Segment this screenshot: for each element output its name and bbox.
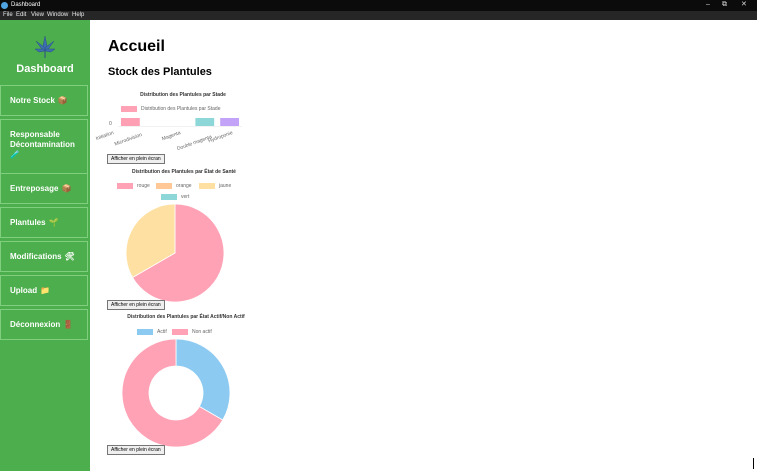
legend-label-jaune: jaune: [219, 183, 232, 189]
fullscreen-button[interactable]: Afficher en plein écran: [107, 154, 165, 164]
storage-icon: 📦: [61, 184, 72, 193]
pie-chart: [125, 203, 225, 303]
legend-label-orange: orange: [176, 183, 192, 189]
pie-chart-title: Distribution des Plantules par État de S…: [132, 169, 236, 175]
legend-swatch-jaune: [199, 183, 215, 189]
bar-double-magenta: [195, 118, 215, 126]
nav-deconnexion[interactable]: Déconnexion 🚪: [0, 309, 88, 340]
nav-label: Déconnexion: [10, 320, 61, 329]
legend-label-actif: Actif: [157, 329, 167, 335]
sidebar-brand: Dashboard: [16, 63, 74, 75]
fullscreen-button[interactable]: Afficher en plein écran: [107, 300, 165, 310]
menu-window[interactable]: Window: [47, 12, 68, 19]
nav-label: Plantules: [10, 218, 46, 227]
window-titlebar: Dashboard – ⧉ ✕: [0, 0, 757, 11]
cannabis-leaf-icon: [34, 35, 56, 58]
main-content: Accueil Stock des Plantules Distribution…: [90, 20, 757, 471]
legend-swatch-vert: [161, 194, 177, 200]
legend-swatch-orange: [156, 183, 172, 189]
folder-icon: 📁: [40, 286, 51, 295]
test-tube-icon: 🧪: [10, 150, 20, 159]
nav-label: Responsable Décontamination: [10, 130, 75, 149]
minimize-button[interactable]: –: [706, 1, 710, 9]
nav-modifications[interactable]: Modifications 🛠: [0, 241, 88, 272]
nav-entreposage[interactable]: Entreposage 📦: [0, 173, 88, 204]
bar-x-tick: Hydroponie: [207, 130, 234, 145]
restore-button[interactable]: ⧉: [722, 1, 727, 9]
legend-label-rouge: rouge: [137, 183, 150, 189]
nav-label: Entreposage: [10, 184, 59, 193]
menu-edit[interactable]: Edit: [16, 12, 26, 19]
door-icon: 🚪: [63, 320, 74, 329]
bar-x-tick: Initiation: [95, 130, 115, 143]
bar-x-tick: Microdivision: [113, 132, 143, 148]
close-button[interactable]: ✕: [741, 1, 747, 9]
menu-file[interactable]: File: [3, 12, 13, 19]
legend-label-vert: vert: [181, 194, 190, 200]
menu-view[interactable]: View: [31, 12, 44, 19]
menu-bar: File Edit View Window Help: [0, 11, 757, 20]
doughnut-chart: [121, 338, 231, 448]
tools-icon: 🛠: [64, 252, 75, 261]
nav-label: Upload: [10, 286, 38, 295]
legend-swatch-non-actif: [172, 329, 188, 335]
bar-x-tick: Magenta: [161, 130, 182, 143]
legend-swatch-rouge: [117, 183, 133, 189]
bar-initiation: [121, 118, 140, 126]
legend-label-non-actif: Non actif: [192, 329, 212, 335]
box-icon: 📦: [57, 96, 68, 105]
bar-x-tick: Double magenta: [176, 134, 213, 153]
fullscreen-button[interactable]: Afficher en plein écran: [107, 445, 165, 455]
text-cursor: [753, 458, 754, 469]
nav-label: Modifications: [10, 252, 62, 261]
bar-chart-title: Distribution des Plantules par Stade: [140, 92, 226, 98]
menu-help[interactable]: Help: [72, 12, 84, 19]
bar-chart: [118, 118, 242, 127]
bar-hydroponie: [220, 118, 239, 126]
nav-label: Notre Stock: [10, 96, 55, 105]
section-title: Stock des Plantules: [108, 66, 212, 78]
bar-legend-label: Distribution des Plantules par Stade: [141, 106, 221, 112]
window-title: Dashboard: [11, 2, 41, 8]
doughnut-chart-title: Distribution des Plantules par État Acti…: [127, 314, 245, 320]
bar-legend-swatch: [121, 106, 137, 112]
legend-swatch-actif: [137, 329, 153, 335]
nav-upload[interactable]: Upload 📁: [0, 275, 88, 306]
nav-notre-stock[interactable]: Notre Stock 📦: [0, 85, 88, 116]
bar-y-tick: 0: [109, 121, 112, 127]
app-icon: [1, 2, 8, 9]
page-title: Accueil: [108, 38, 165, 55]
nav-plantules[interactable]: Plantules 🌱: [0, 207, 88, 238]
seedling-icon: 🌱: [48, 218, 59, 227]
sidebar: Dashboard Notre Stock 📦 Responsable Déco…: [0, 20, 90, 471]
slice-actif: [175, 338, 231, 421]
